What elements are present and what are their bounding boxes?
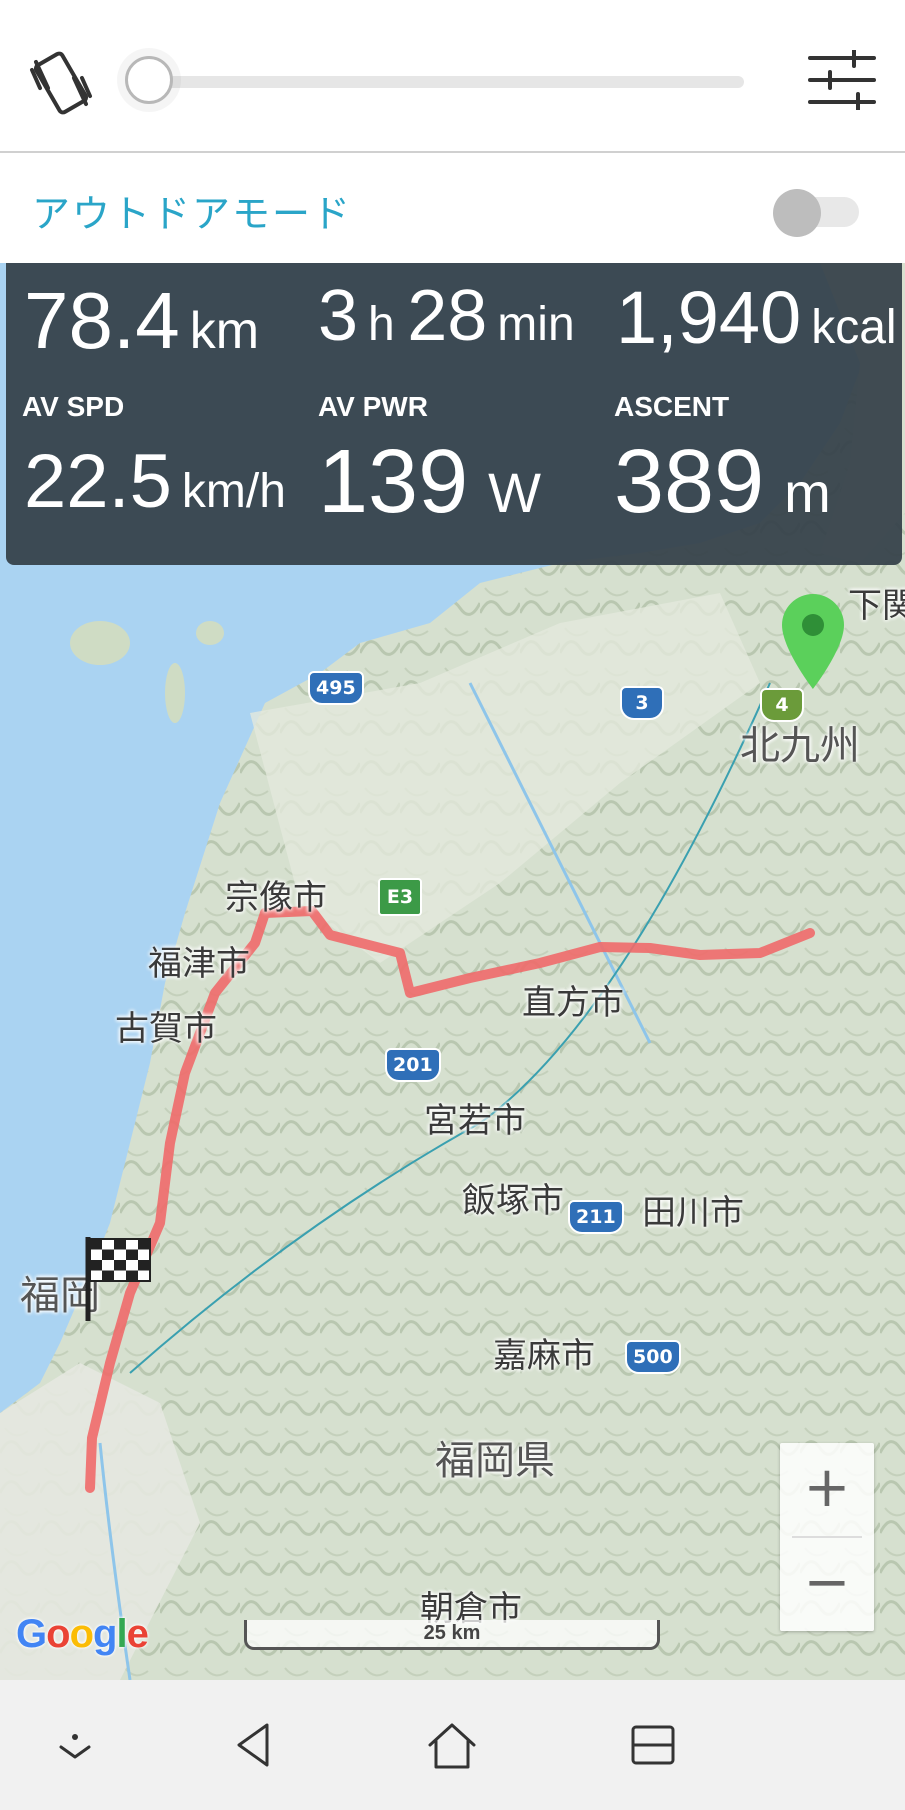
road-shield: E3 — [378, 878, 422, 916]
zoom-control: + − — [780, 1443, 874, 1631]
avg-speed-unit: km/h — [181, 465, 286, 518]
back-icon[interactable] — [225, 1715, 285, 1775]
map-scale-bar: 25 km — [244, 1620, 660, 1650]
time-minutes: 28 — [407, 276, 488, 356]
ascent-value: 389 — [614, 432, 765, 532]
place-label: 嘉麻市 — [493, 1336, 595, 1376]
distance-stat: 78.4 km — [24, 275, 259, 367]
brightness-slider-thumb[interactable] — [125, 56, 173, 104]
outdoor-mode-label: アウトドアモード — [32, 192, 353, 236]
island — [70, 621, 130, 665]
road-shield: 500 — [625, 1340, 681, 1374]
scale-label: 25 km — [423, 1622, 481, 1644]
ascent-label: ASCENT — [614, 391, 730, 422]
time-hours: 3 — [318, 276, 359, 356]
place-label: 宮若市 — [424, 1101, 526, 1141]
avg-power-stat: 139 W — [318, 431, 541, 534]
place-label: 北九州 — [740, 723, 860, 769]
place-label: 宗像市 — [225, 878, 327, 918]
place-label: 福津市 — [148, 944, 250, 984]
road-shield: 3 — [620, 686, 664, 720]
avg-power-label: AV PWR — [318, 391, 428, 422]
ride-stats-panel: 78.4 km 3h 28 min 1,940 kcal AV SPD AV PWR … — [6, 263, 902, 565]
avg-speed-stat: 22.5 km/h — [24, 438, 286, 525]
avg-power-value: 139 — [318, 432, 469, 532]
vibration-icon[interactable] — [26, 48, 96, 118]
island — [196, 621, 224, 645]
outdoor-mode-row: アウトドアモード — [0, 153, 905, 263]
ascent-unit: m — [784, 461, 831, 524]
place-label: 古賀市 — [115, 1009, 217, 1049]
distance-value: 78.4 — [24, 276, 180, 365]
road-shield: 4 — [760, 688, 804, 722]
road-shield: 201 — [385, 1048, 441, 1082]
checkered-flag-icon[interactable] — [82, 1233, 154, 1323]
place-label: 下関 — [848, 586, 905, 626]
distance-unit: km — [189, 302, 260, 360]
time-stat: 3h 28 min — [318, 275, 575, 357]
island — [165, 663, 185, 723]
green-pin-icon[interactable] — [778, 591, 848, 691]
ascent-stat: 389 m — [614, 431, 831, 534]
google-logo: Google — [16, 1612, 149, 1656]
sliders-icon[interactable] — [808, 50, 876, 110]
calories-value: 1,940 — [616, 276, 802, 359]
chevron-down-icon[interactable] — [45, 1715, 105, 1775]
home-icon[interactable] — [422, 1715, 482, 1775]
road-shield: 211 — [568, 1200, 624, 1234]
top-toolbar — [0, 0, 905, 153]
calories-stat: 1,940 kcal — [616, 275, 897, 360]
time-minutes-unit: min — [497, 298, 575, 351]
avg-speed-value: 22.5 — [24, 439, 172, 524]
avg-power-unit: W — [488, 461, 542, 524]
place-label: 福岡県 — [435, 1438, 555, 1484]
place-label: 飯塚市 — [462, 1181, 564, 1221]
place-label: 田川市 — [642, 1193, 744, 1233]
time-hours-unit: h — [368, 298, 395, 351]
recents-icon[interactable] — [623, 1715, 683, 1775]
toggle-knob — [773, 189, 821, 237]
zoom-in-button[interactable]: + — [780, 1443, 874, 1536]
place-label: 直方市 — [522, 983, 624, 1023]
system-navigation-bar — [0, 1680, 905, 1810]
calories-unit: kcal — [811, 301, 897, 354]
avg-speed-label: AV SPD — [22, 391, 125, 422]
road-shield: 495 — [308, 671, 364, 705]
outdoor-mode-toggle[interactable] — [773, 189, 861, 237]
brightness-slider-track[interactable] — [150, 76, 744, 88]
zoom-out-button[interactable]: − — [780, 1538, 874, 1631]
